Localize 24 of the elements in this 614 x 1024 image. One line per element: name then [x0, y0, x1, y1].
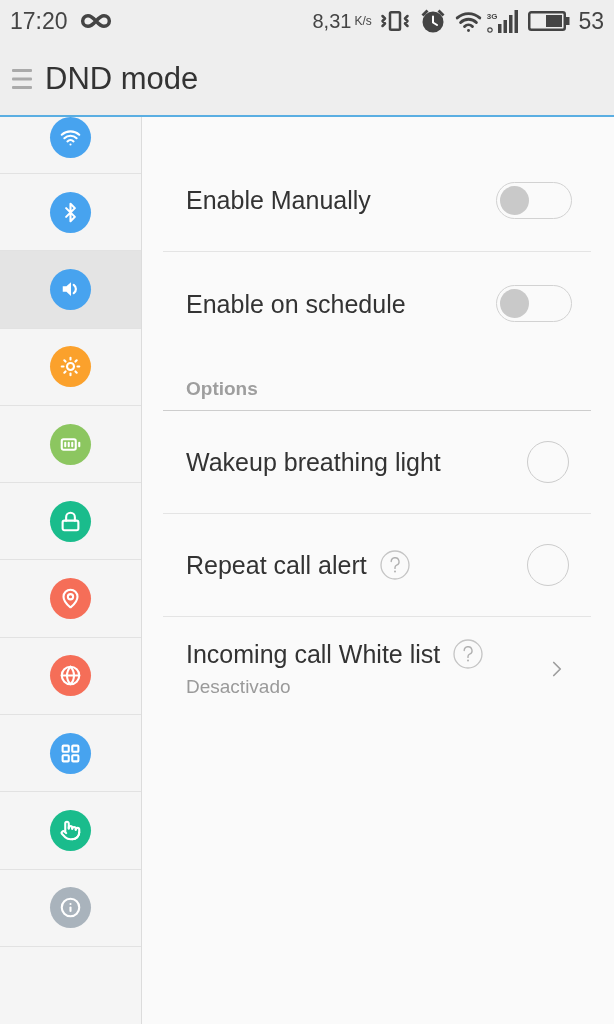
setting-label: Enable on schedule: [186, 288, 406, 319]
data-dot-icon: [486, 26, 493, 33]
help-icon[interactable]: [379, 550, 410, 580]
speed-unit: K/s: [354, 14, 372, 28]
toggle-switch[interactable]: [496, 285, 572, 322]
setting-label: Enable Manually: [186, 185, 371, 215]
page-title: DND mode: [45, 60, 199, 97]
network-speed: 8,31: [312, 9, 352, 33]
toggle-switch[interactable]: [496, 181, 572, 219]
alarm-clock-icon: [419, 8, 446, 34]
battery-icon: [528, 10, 571, 32]
sidebar-item[interactable]: [0, 117, 141, 174]
status-time: 17:20: [10, 8, 68, 34]
setting-value: Desactivado: [186, 675, 292, 699]
sidebar-item[interactable]: [0, 251, 141, 329]
battery-percent: 53: [578, 8, 604, 34]
setting-label: Repeat call alert: [186, 550, 367, 580]
setting-label: Wakeup breathing light: [186, 447, 441, 477]
setting-label: Incoming call White list: [186, 639, 441, 669]
menu-icon[interactable]: [12, 67, 32, 90]
network-type-label: 3G: [486, 11, 498, 21]
signal-icon: [498, 9, 519, 33]
help-icon[interactable]: [453, 639, 484, 669]
section-header: Options: [186, 378, 258, 400]
